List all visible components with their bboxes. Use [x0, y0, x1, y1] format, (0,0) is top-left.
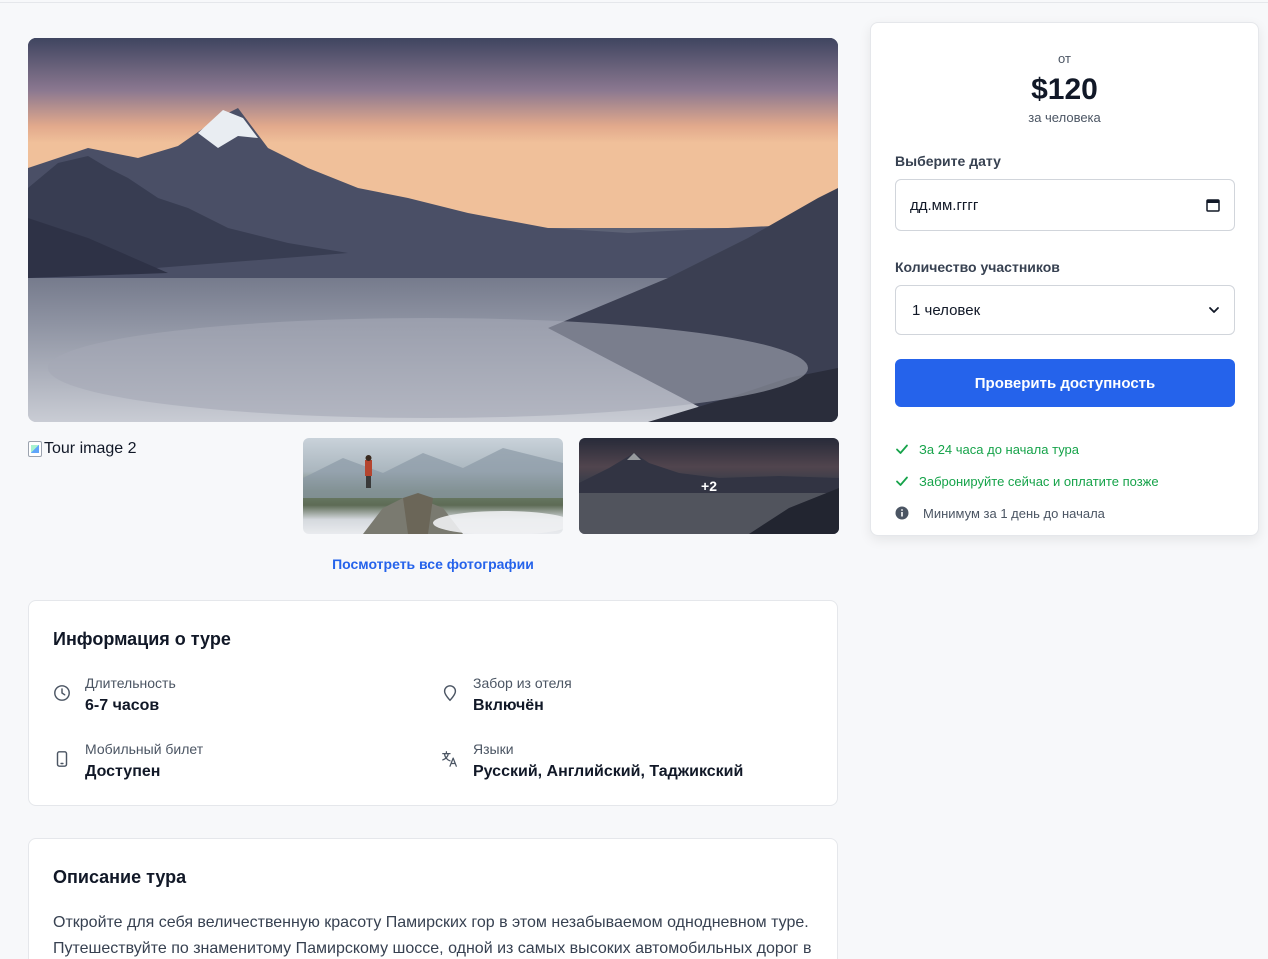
tour-info-title: Информация о туре	[53, 629, 231, 649]
price-from-label: от	[1058, 51, 1071, 66]
note-text: Забронируйте сейчас и оплатите позже	[919, 473, 1159, 489]
info-label: Забор из отеля	[473, 675, 572, 691]
participants-label: Количество участников	[895, 259, 1060, 275]
info-label: Длительность	[85, 675, 176, 691]
clock-icon	[54, 685, 70, 701]
hero-image[interactable]	[28, 38, 838, 422]
tour-info-grid: Длительность 6-7 часов Забор из отеля Вк…	[53, 674, 813, 784]
broken-image-icon	[28, 441, 42, 457]
note-pay-later: Забронируйте сейчас и оплатите позже	[895, 465, 1234, 497]
info-label: Мобильный билет	[85, 741, 204, 757]
more-photos-overlay: +2	[579, 438, 839, 534]
info-item-languages: Языки Русский, Английский, Таджикский	[441, 740, 829, 784]
info-value: Доступен	[85, 763, 161, 780]
booking-card: от $120 за человека Выберите дату дд.мм.…	[870, 22, 1259, 536]
booking-notes: За 24 часа до начала тура Забронируйте с…	[895, 433, 1234, 529]
note-minimum-advance: Минимум за 1 день до начала	[895, 497, 1234, 529]
note-free-cancellation: За 24 часа до начала тура	[895, 433, 1234, 465]
tour-description-title: Описание тура	[53, 867, 187, 887]
broken-image-alt: Tour image 2	[44, 440, 137, 457]
check-icon	[896, 476, 908, 486]
tour-description-card: Описание тура Откройте для себя величест…	[28, 838, 838, 959]
thumbnail-hiker[interactable]	[303, 438, 563, 534]
map-pin-icon	[443, 685, 457, 702]
translate-icon	[442, 751, 457, 767]
see-all-photos-link[interactable]: Посмотреть все фотографии	[28, 556, 838, 572]
phone-icon	[56, 751, 68, 767]
note-text: Минимум за 1 день до начала	[923, 505, 1105, 521]
chevron-down-icon	[1209, 307, 1219, 313]
date-placeholder: дд.мм.гггг	[910, 196, 979, 214]
check-icon	[896, 444, 908, 454]
price-value: $120	[1031, 73, 1098, 106]
note-text: За 24 часа до начала тура	[919, 441, 1080, 457]
thumbnail-row: Tour image 2 +2	[28, 438, 839, 534]
info-value: Русский, Английский, Таджикский	[473, 763, 744, 780]
participants-value: 1 человек	[912, 301, 981, 319]
calendar-icon[interactable]	[1206, 198, 1220, 212]
info-value: Включён	[473, 697, 544, 714]
thumbnail-more[interactable]: +2	[579, 438, 839, 534]
info-icon	[895, 506, 909, 520]
tour-info-card: Информация о туре Длительность 6-7 часов…	[28, 600, 838, 806]
info-item-mobile-ticket: Мобильный билет Доступен	[53, 740, 441, 784]
hiker-image	[303, 448, 563, 534]
participants-select[interactable]: 1 человек	[895, 285, 1235, 335]
date-input[interactable]: дд.мм.гггг	[895, 179, 1235, 231]
main-column: Tour image 2 +2 Посмотреть все фотографи…	[28, 38, 839, 959]
price-per-person: за человека	[1028, 110, 1101, 125]
check-availability-button[interactable]: Проверить доступность	[895, 359, 1235, 407]
info-item-pickup: Забор из отеля Включён	[441, 674, 829, 718]
date-label: Выберите дату	[895, 153, 1001, 169]
broken-thumbnail[interactable]: Tour image 2	[28, 440, 137, 458]
mountain-landscape-image	[28, 38, 838, 422]
top-border	[0, 0, 1268, 3]
more-photos-count: +2	[701, 478, 717, 494]
info-label: Языки	[473, 741, 514, 757]
info-value: 6-7 часов	[85, 697, 160, 714]
info-item-duration: Длительность 6-7 часов	[53, 674, 441, 718]
tour-description-text: Откройте для себя величественную красоту…	[53, 914, 812, 957]
